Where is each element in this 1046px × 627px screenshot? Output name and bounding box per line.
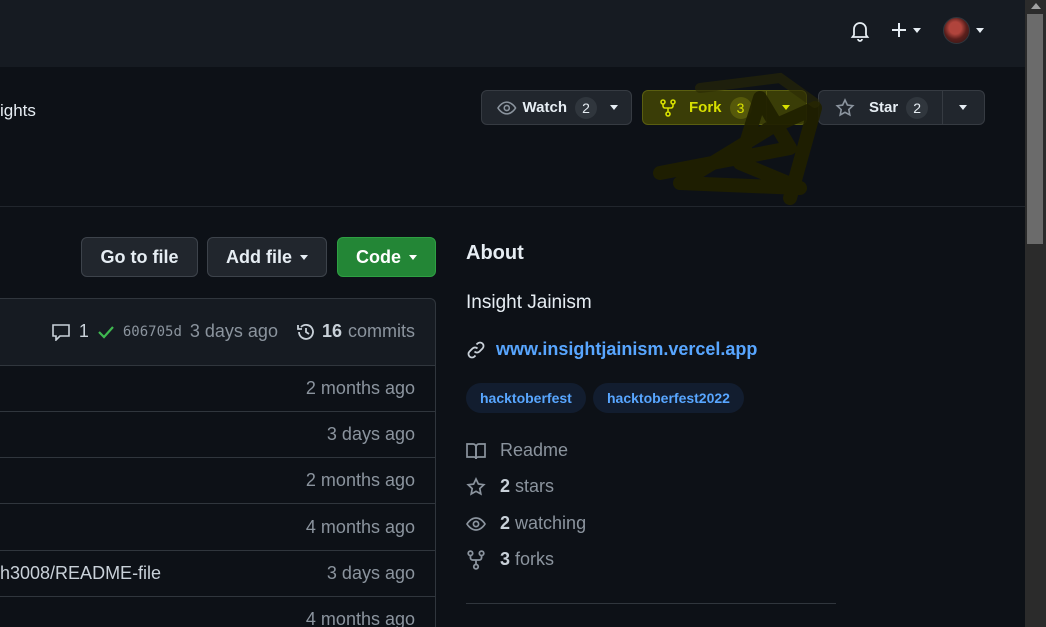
commit-time: 2 months ago <box>305 378 415 398</box>
add-file-label: Add file <box>226 246 292 267</box>
bell-icon[interactable] <box>848 18 872 42</box>
star-icon <box>466 476 486 496</box>
comment-count[interactable]: 1 <box>79 321 89 342</box>
website-url[interactable]: www.insightjainism.vercel.app <box>496 339 757 360</box>
stars-count: 2 <box>500 476 511 496</box>
eye-icon <box>497 100 517 115</box>
history-icon <box>297 323 314 340</box>
repo-header <box>0 67 1025 207</box>
watch-button[interactable]: Watch 2 <box>481 90 632 125</box>
plus-icon <box>892 23 906 37</box>
chevron-down-icon <box>409 254 417 260</box>
forks-label: forks <box>515 549 555 569</box>
scrollbar-thumb[interactable] <box>1027 14 1043 244</box>
avatar <box>943 16 970 44</box>
commit-time: 3 days ago <box>326 424 415 444</box>
code-label: Code <box>356 246 401 267</box>
chevron-down-icon <box>959 105 968 110</box>
watching-link[interactable]: 2 watching <box>466 513 586 534</box>
commit-time: 4 months ago <box>305 609 415 627</box>
star-button[interactable]: Star 2 <box>818 90 985 125</box>
code-button[interactable]: Code <box>337 237 436 277</box>
chevron-down-icon <box>913 27 921 33</box>
go-to-file-button[interactable]: Go to file <box>81 237 198 277</box>
commit-time: 2 months ago <box>305 470 415 490</box>
comment-icon[interactable] <box>51 323 71 341</box>
readme-label: Readme <box>500 440 569 460</box>
table-row[interactable]: 4 months ago <box>0 505 435 551</box>
chevron-down-icon <box>610 105 618 110</box>
commits-link[interactable]: 16 commits <box>296 321 415 342</box>
watching-label: watching <box>515 513 587 533</box>
chevron-down-icon <box>976 27 984 33</box>
readme-link[interactable]: Readme <box>466 440 568 461</box>
star-icon <box>835 97 855 117</box>
stars-label: stars <box>515 476 555 496</box>
eye-icon <box>466 516 486 531</box>
stars-link[interactable]: 2 stars <box>466 476 554 497</box>
table-row[interactable]: h3008/README-file 3 days ago <box>0 551 435 597</box>
create-new-button[interactable] <box>889 18 929 42</box>
website-link[interactable]: www.insightjainism.vercel.app <box>466 339 757 360</box>
forks-count: 3 <box>500 549 511 569</box>
book-icon <box>466 442 486 459</box>
link-icon <box>467 341 485 358</box>
topic-tag[interactable]: hacktoberfest <box>466 383 586 413</box>
star-count: 2 <box>906 96 929 119</box>
commit-sha[interactable]: 606705d <box>123 324 182 340</box>
fork-icon <box>467 549 485 570</box>
scribble-annotation <box>653 72 822 205</box>
table-row[interactable]: 4 months ago <box>0 597 435 627</box>
watching-count: 2 <box>500 513 511 533</box>
topic-tag[interactable]: hacktoberfest2022 <box>593 383 744 413</box>
check-icon <box>98 325 114 339</box>
star-dropdown[interactable] <box>943 91 984 124</box>
add-file-button[interactable]: Add file <box>207 237 327 277</box>
scrollbar[interactable] <box>1025 0 1046 627</box>
watch-count: 2 <box>575 96 597 119</box>
forks-link[interactable]: 3 forks <box>466 549 554 570</box>
table-row[interactable]: 3 days ago <box>0 412 435 458</box>
divider <box>466 603 836 604</box>
chevron-down-icon <box>300 254 308 260</box>
watch-dropdown[interactable] <box>597 91 631 124</box>
watch-label: Watch <box>522 99 567 116</box>
commit-time: 3 days ago <box>326 563 415 583</box>
user-menu-button[interactable] <box>943 16 989 44</box>
table-row[interactable]: 2 months ago <box>0 458 435 504</box>
commit-message[interactable]: h3008/README-file <box>0 563 161 584</box>
top-header <box>0 0 1025 67</box>
table-row[interactable]: 2 months ago <box>0 366 435 412</box>
about-title: About <box>466 242 524 264</box>
commit-time[interactable]: 3 days ago <box>190 321 278 342</box>
latest-commit-bar: 1 606705d 3 days ago 16 commits <box>0 298 436 366</box>
about-description: Insight Jainism <box>466 292 592 313</box>
commits-label: commits <box>348 321 415 341</box>
file-list: 2 months ago 3 days ago 2 months ago 4 m… <box>0 366 436 627</box>
tab-insights[interactable]: ights <box>0 101 36 121</box>
scroll-up-icon[interactable] <box>1031 3 1041 9</box>
commits-count: 16 <box>321 321 342 341</box>
commit-time: 4 months ago <box>305 517 415 537</box>
star-label: Star <box>869 99 899 116</box>
